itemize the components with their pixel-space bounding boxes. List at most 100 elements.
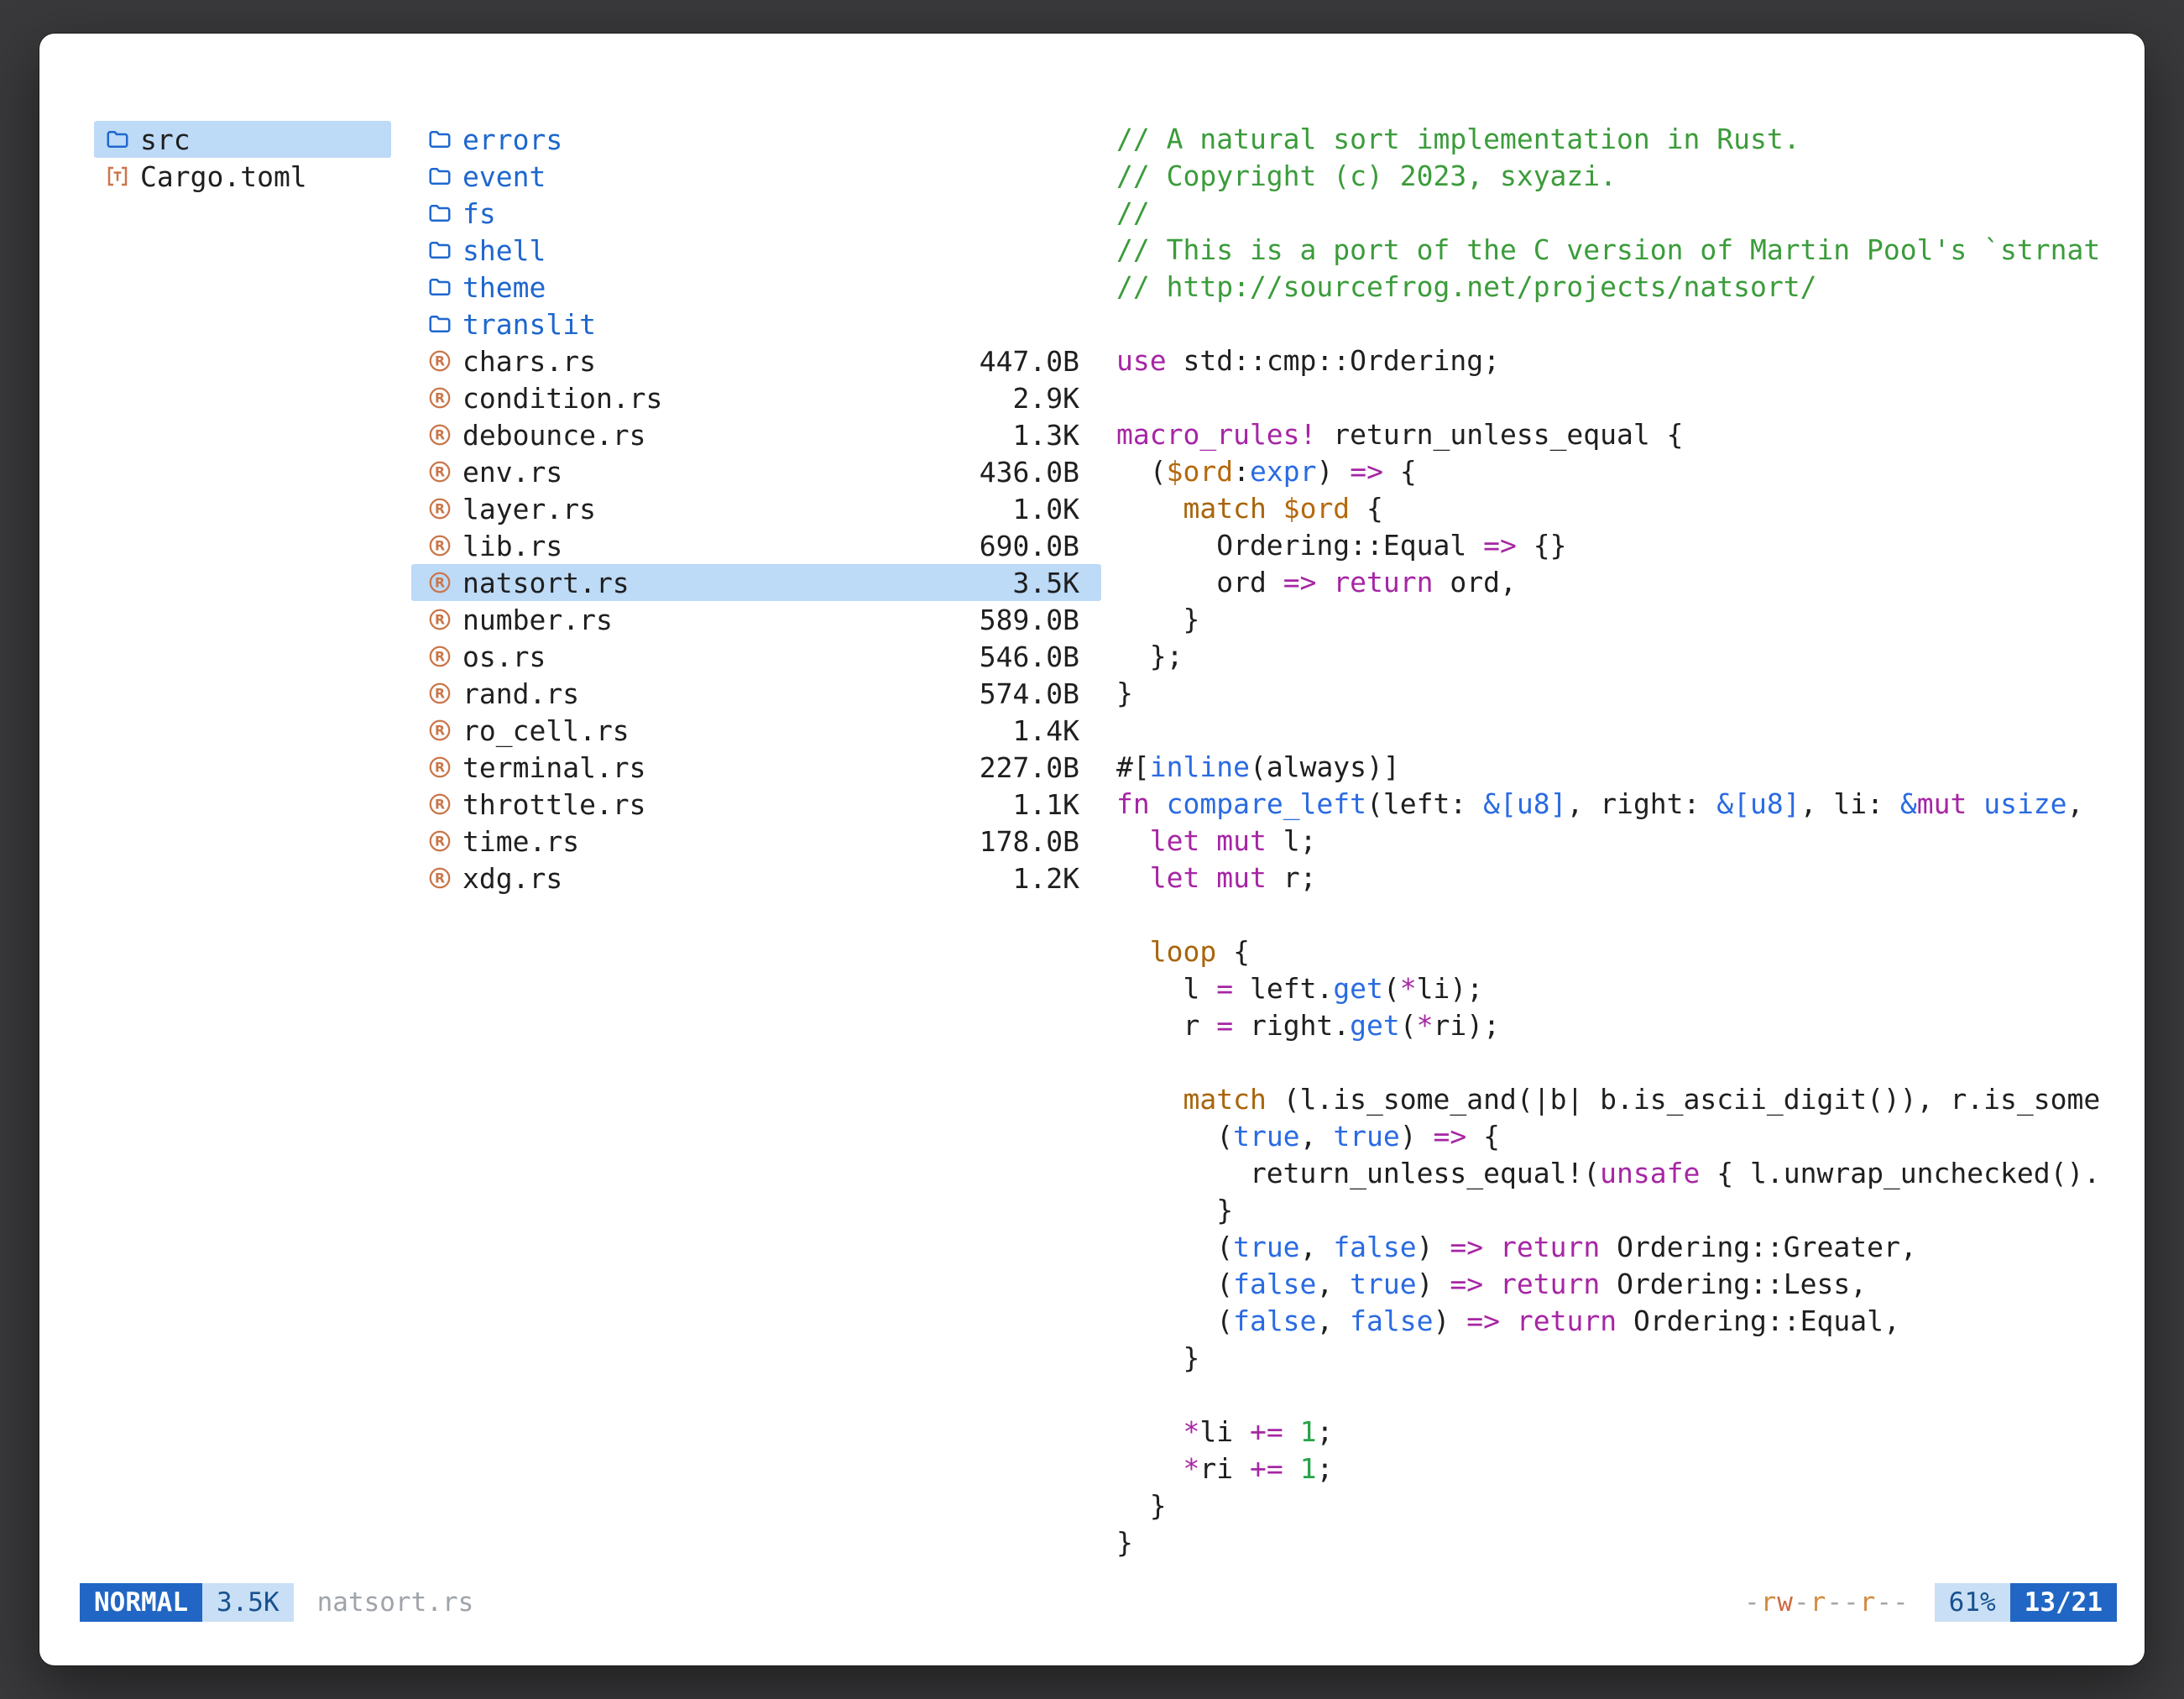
code-line: // — [1116, 195, 2129, 232]
file-name: fs — [462, 197, 496, 230]
file-item[interactable]: Renv.rs436.0B — [411, 453, 1101, 490]
current-directory-pane: errorseventfs shell theme translit Rchars.rs… — [411, 121, 1101, 897]
parent-directory-pane: srcCargo.toml — [94, 121, 391, 195]
file-name: number.rs — [462, 604, 613, 636]
code-line: (false, true) => return Ordering::Less, — [1116, 1266, 2129, 1303]
folder-item[interactable]: translit — [411, 306, 1101, 342]
file-name: shell — [462, 234, 546, 267]
folder-item[interactable]: src — [94, 121, 391, 158]
svg-text:R: R — [435, 686, 445, 701]
file-size: 1.2K — [996, 862, 1079, 895]
file-item[interactable]: Rro_cell.rs1.4K — [411, 712, 1101, 749]
code-line: (true, true) => { — [1116, 1118, 2129, 1155]
folder-item[interactable]: fs — [411, 195, 1101, 232]
file-size: 447.0B — [963, 345, 1079, 378]
code-line: match (l.is_some_and(|b| b.is_ascii_digi… — [1116, 1081, 2129, 1118]
file-item[interactable]: Rchars.rs447.0B — [411, 342, 1101, 379]
svg-text:R: R — [435, 575, 445, 590]
scroll-percent-badge: 61% — [1935, 1583, 2010, 1622]
code-line: } — [1116, 1340, 2129, 1377]
rust-file-icon: R — [425, 570, 455, 595]
svg-text:R: R — [435, 390, 445, 405]
file-item[interactable]: Rdebounce.rs 1.3K — [411, 416, 1101, 453]
file-item[interactable]: Rxdg.rs1.2K — [411, 860, 1101, 897]
file-item[interactable]: Rcondition.rs2.9K — [411, 379, 1101, 416]
file-item[interactable]: Ros.rs 546.0B — [411, 638, 1101, 675]
mode-indicator: NORMAL — [80, 1583, 202, 1622]
file-name: natsort.rs — [462, 567, 630, 599]
folder-icon — [102, 127, 133, 152]
code-line: use std::cmp::Ordering; — [1116, 342, 2129, 379]
folder-item[interactable]: event — [411, 158, 1101, 195]
code-line: Ordering::Equal => {} — [1116, 527, 2129, 564]
code-line: let mut l; — [1116, 823, 2129, 860]
folder-icon — [425, 127, 455, 152]
svg-text:R: R — [435, 427, 445, 442]
rust-file-icon: R — [425, 644, 455, 669]
code-line — [1116, 1044, 2129, 1081]
file-item[interactable]: Rlib.rs690.0B — [411, 527, 1101, 564]
file-name: lib.rs — [462, 530, 562, 562]
status-filename: natsort.rs — [317, 1587, 474, 1618]
code-line: (false, false) => return Ordering::Equal… — [1116, 1303, 2129, 1340]
code-line: // This is a port of the C version of Ma… — [1116, 232, 2129, 269]
file-item[interactable]: Rtime.rs 178.0B — [411, 823, 1101, 860]
folder-item[interactable]: theme — [411, 269, 1101, 306]
yazi-file-manager-window: srcCargo.toml errorseventfs shell theme tra… — [39, 34, 2145, 1665]
file-size: 589.0B — [963, 604, 1079, 636]
svg-text:R: R — [435, 464, 445, 479]
code-line — [1116, 897, 2129, 933]
status-bar-left: NORMAL 3.5K natsort.rs — [80, 1583, 473, 1622]
svg-text:R: R — [435, 834, 445, 849]
file-preview-pane: // A natural sort implementation in Rust… — [1116, 121, 2129, 1561]
file-item[interactable]: Rlayer.rs1.0K — [411, 490, 1101, 527]
folder-item[interactable]: shell — [411, 232, 1101, 269]
rust-file-icon: R — [425, 681, 455, 706]
file-name: errors — [462, 123, 562, 156]
folder-item[interactable]: errors — [411, 121, 1101, 158]
code-line: r = right.get(*ri); — [1116, 1007, 2129, 1044]
file-item[interactable]: Rnatsort.rs 3.5K — [411, 564, 1101, 601]
file-size: 1.3K — [996, 419, 1079, 452]
folder-icon — [425, 201, 455, 226]
file-item[interactable]: Rthrottle.rs1.1K — [411, 786, 1101, 823]
file-name: theme — [462, 271, 546, 304]
file-name: Cargo.toml — [140, 160, 307, 193]
rust-file-icon: R — [425, 755, 455, 780]
file-name: translit — [462, 308, 596, 341]
file-size: 546.0B — [963, 640, 1079, 673]
svg-text:R: R — [435, 612, 445, 627]
file-size: 436.0B — [963, 456, 1079, 489]
file-name: chars.rs — [462, 345, 596, 378]
folder-icon — [425, 238, 455, 263]
svg-text:R: R — [435, 797, 445, 812]
folder-icon — [425, 164, 455, 189]
code-line: *li += 1; — [1116, 1414, 2129, 1451]
cursor-position-badge: 13/21 — [2010, 1583, 2117, 1622]
svg-text:R: R — [435, 649, 445, 664]
file-name: debounce.rs — [462, 419, 646, 452]
rust-file-icon: R — [425, 829, 455, 854]
file-name: xdg.rs — [462, 862, 562, 895]
code-line: } — [1116, 1487, 2129, 1524]
file-item[interactable]: Rrand.rs574.0B — [411, 675, 1101, 712]
code-line: } — [1116, 1524, 2129, 1561]
code-line — [1116, 1377, 2129, 1414]
rust-file-icon: R — [425, 459, 455, 484]
folder-icon — [425, 274, 455, 300]
file-name: time.rs — [462, 825, 579, 858]
file-name: layer.rs — [462, 493, 596, 525]
status-bar: NORMAL 3.5K natsort.rs -rw-r--r-- 61% 13… — [80, 1583, 2117, 1622]
panes-container: srcCargo.toml errorseventfs shell theme tra… — [94, 121, 2129, 1575]
file-size: 178.0B — [963, 825, 1079, 858]
file-item[interactable]: Rterminal.rs227.0B — [411, 749, 1101, 786]
code-line: *ri += 1; — [1116, 1451, 2129, 1487]
file-size: 3.5K — [996, 567, 1079, 599]
file-item[interactable]: Cargo.toml — [94, 158, 391, 195]
file-name: os.rs — [462, 640, 546, 673]
file-name: condition.rs — [462, 382, 662, 415]
rust-file-icon: R — [425, 422, 455, 447]
file-item[interactable]: Rnumber.rs 589.0B — [411, 601, 1101, 638]
code-line: } — [1116, 675, 2129, 712]
code-line: #[inline(always)] — [1116, 749, 2129, 786]
